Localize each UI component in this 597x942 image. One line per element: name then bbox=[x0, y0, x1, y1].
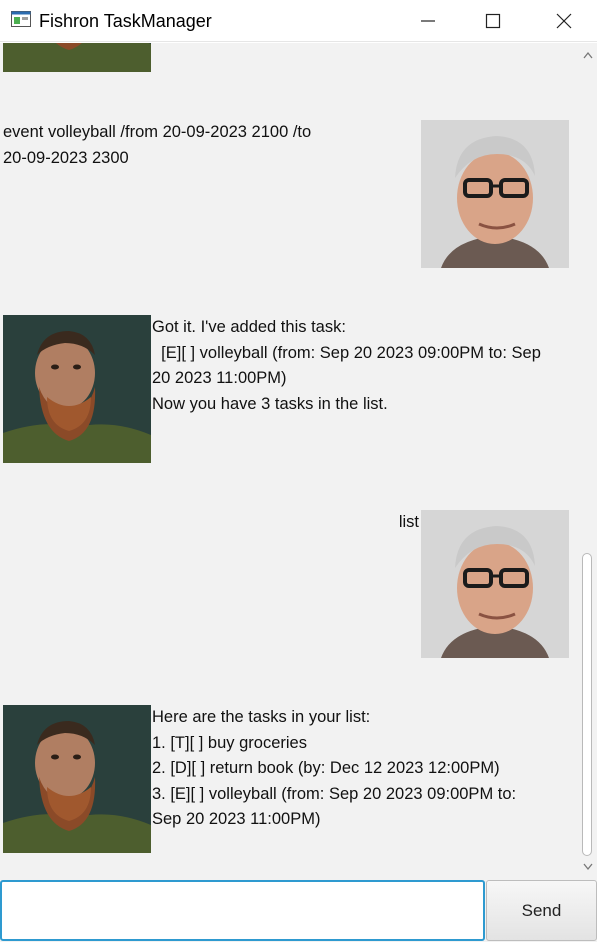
user-avatar bbox=[421, 510, 569, 658]
maximize-icon bbox=[485, 13, 501, 29]
minimize-button[interactable] bbox=[405, 0, 451, 42]
bot-avatar bbox=[3, 705, 151, 853]
close-button[interactable] bbox=[541, 0, 587, 42]
scroll-down-arrow-icon[interactable] bbox=[583, 863, 593, 871]
user-message: list bbox=[398, 513, 419, 531]
window-title: Fishron TaskManager bbox=[39, 11, 212, 31]
bot-avatar bbox=[3, 43, 151, 72]
user-avatar bbox=[421, 120, 569, 268]
send-button[interactable]: Send bbox=[486, 880, 597, 941]
close-icon bbox=[556, 13, 572, 29]
scrollbar-thumb[interactable] bbox=[582, 553, 592, 856]
vertical-scrollbar[interactable] bbox=[579, 43, 597, 879]
bot-message: Here are the tasks in your list: 1. [T][… bbox=[152, 708, 517, 828]
input-row: Send bbox=[0, 879, 597, 942]
title-bar: Fishron TaskManager bbox=[0, 0, 597, 42]
dialog-container[interactable]: event volleyball /from 20-09-2023 2100 /… bbox=[0, 43, 579, 879]
bot-avatar bbox=[3, 315, 151, 463]
user-input[interactable] bbox=[0, 880, 485, 941]
minimize-icon bbox=[421, 20, 435, 22]
user-message: event volleyball /from 20-09-2023 2100 /… bbox=[3, 123, 312, 167]
maximize-button[interactable] bbox=[470, 0, 516, 42]
scroll-up-arrow-icon[interactable] bbox=[583, 51, 593, 59]
app-window-icon bbox=[11, 11, 31, 27]
bot-message: Got it. I've added this task: [E][ ] vol… bbox=[152, 318, 541, 413]
